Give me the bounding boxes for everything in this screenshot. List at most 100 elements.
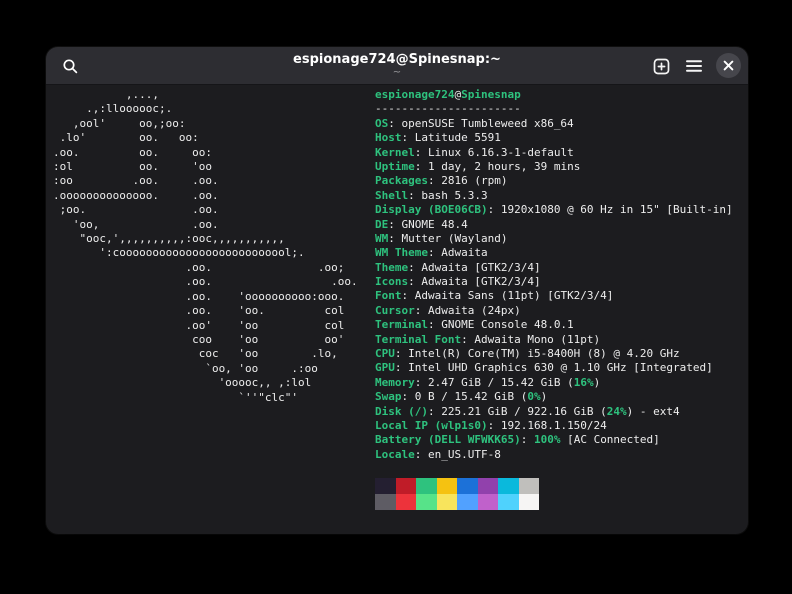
info-label: 0%	[527, 390, 540, 403]
info-value: : 225.21 GiB / 922.16 GiB (	[428, 405, 607, 418]
info-value: : openSUSE Tumbleweed x86_64	[388, 117, 573, 130]
terminal-screen[interactable]: ,..., .,:lloooooc;. ,ool' oo,;oo: .lo' o…	[46, 85, 748, 534]
palette-block	[437, 478, 458, 494]
palette-block	[519, 494, 540, 510]
info-label: Shell	[375, 189, 408, 202]
palette-block	[396, 494, 417, 510]
palette-block	[498, 478, 519, 494]
info-label: Packages	[375, 174, 428, 187]
info-line: Uptime: 1 day, 2 hours, 39 mins	[375, 160, 733, 174]
palette-block	[457, 494, 478, 510]
info-label: espionage724	[375, 88, 454, 101]
close-button[interactable]	[716, 53, 741, 78]
info-value: : 192.168.1.150/24	[488, 419, 607, 432]
info-label: Display (BOE06CB)	[375, 203, 488, 216]
color-palette	[375, 478, 539, 510]
terminal-window: espionage724@Spinesnap:~ ~	[46, 47, 748, 534]
info-value: : GNOME Console 48.0.1	[428, 318, 574, 331]
ascii-art-logo: ,..., .,:lloooooc;. ,ool' oo,;oo: .lo' o…	[53, 88, 358, 405]
info-value: : Intel UHD Graphics 630 @ 1.10 GHz [Int…	[395, 361, 713, 374]
info-value: )	[594, 376, 601, 389]
info-label: Local IP (wlp1s0)	[375, 419, 488, 432]
palette-block	[519, 478, 540, 494]
palette-block	[416, 494, 437, 510]
info-value: : 0 B / 15.42 GiB (	[402, 390, 528, 403]
info-value: : en_US.UTF-8	[415, 448, 501, 461]
info-label: Terminal Font	[375, 333, 461, 346]
info-line: Host: Latitude 5591	[375, 131, 733, 145]
window-subtitle: ~	[46, 67, 748, 78]
info-value: : Linux 6.16.3-1-default	[415, 146, 574, 159]
info-label: DE	[375, 218, 388, 231]
info-line: Display (BOE06CB): 1920x1080 @ 60 Hz in …	[375, 203, 733, 217]
new-tab-icon	[653, 58, 670, 75]
info-line: Disk (/): 225.21 GiB / 922.16 GiB (24%) …	[375, 405, 733, 419]
info-line: DE: GNOME 48.4	[375, 218, 733, 232]
info-line: Shell: bash 5.3.3	[375, 189, 733, 203]
palette-block	[498, 494, 519, 510]
info-label: 24%	[607, 405, 627, 418]
info-value: ) - ext4	[627, 405, 680, 418]
info-label: Host	[375, 131, 402, 144]
info-label: GPU	[375, 361, 395, 374]
info-value: : 1 day, 2 hours, 39 mins	[415, 160, 581, 173]
footer: Thu Aug 28 08:14:37 PM EDT 2025 espionag…	[53, 503, 258, 534]
palette-block	[375, 478, 396, 494]
info-label: CPU	[375, 347, 395, 360]
info-line: Terminal Font: Adwaita Mono (11pt)	[375, 333, 733, 347]
info-value: : Adwaita [GTK2/3/4]	[408, 275, 540, 288]
palette-block	[375, 494, 396, 510]
info-line: CPU: Intel(R) Core(TM) i5-8400H (8) @ 4.…	[375, 347, 733, 361]
info-value: : Adwaita Sans (11pt) [GTK2/3/4]	[402, 289, 614, 302]
info-label: Terminal	[375, 318, 428, 331]
info-label: Spinesnap	[461, 88, 521, 101]
info-label: Kernel	[375, 146, 415, 159]
info-label: Uptime	[375, 160, 415, 173]
palette-row1	[375, 478, 539, 494]
info-value: : Adwaita (24px)	[415, 304, 521, 317]
info-value: : Adwaita Mono (11pt)	[461, 333, 600, 346]
info-label: WM Theme	[375, 246, 428, 259]
close-icon	[723, 60, 734, 71]
info-label: Cursor	[375, 304, 415, 317]
info-value: : Adwaita [GTK2/3/4]	[408, 261, 540, 274]
info-label: Locale	[375, 448, 415, 461]
info-line: GPU: Intel UHD Graphics 630 @ 1.10 GHz […	[375, 361, 733, 375]
menu-button[interactable]	[681, 53, 707, 79]
palette-block	[478, 494, 499, 510]
palette-row2	[375, 494, 539, 510]
titlebar[interactable]: espionage724@Spinesnap:~ ~	[46, 47, 748, 85]
info-line: Kernel: Linux 6.16.3-1-default	[375, 146, 733, 160]
info-value: :	[521, 433, 534, 446]
info-label: Swap	[375, 390, 402, 403]
palette-block	[478, 478, 499, 494]
info-value: : bash 5.3.3	[408, 189, 487, 202]
info-label: OS	[375, 117, 388, 130]
info-value: : GNOME 48.4	[388, 218, 467, 231]
info-value: : Intel(R) Core(TM) i5-8400H (8) @ 4.20 …	[395, 347, 680, 360]
info-value: : 1920x1080 @ 60 Hz in 15" [Built-in]	[488, 203, 733, 216]
date-line: Thu Aug 28 08:14:37 PM EDT 2025	[53, 532, 258, 534]
palette-block	[416, 478, 437, 494]
search-button[interactable]	[57, 53, 83, 79]
info-line: WM Theme: Adwaita	[375, 246, 733, 260]
info-line: Font: Adwaita Sans (11pt) [GTK2/3/4]	[375, 289, 733, 303]
info-value: : Adwaita	[428, 246, 488, 259]
info-label: 100%	[534, 433, 561, 446]
info-line: Swap: 0 B / 15.42 GiB (0%)	[375, 390, 733, 404]
info-label: Battery (DELL WFWKK65)	[375, 433, 521, 446]
info-label: WM	[375, 232, 388, 245]
info-line: Battery (DELL WFWKK65): 100% [AC Connect…	[375, 433, 733, 447]
menu-icon	[686, 59, 702, 73]
new-tab-button[interactable]	[648, 53, 674, 79]
info-line: ----------------------	[375, 102, 733, 116]
palette-block	[437, 494, 458, 510]
info-line: Terminal: GNOME Console 48.0.1	[375, 318, 733, 332]
desktop-background: espionage724@Spinesnap:~ ~	[0, 0, 792, 594]
info-value: )	[541, 390, 548, 403]
info-line: OS: openSUSE Tumbleweed x86_64	[375, 117, 733, 131]
palette-block	[457, 478, 478, 494]
info-line: Icons: Adwaita [GTK2/3/4]	[375, 275, 733, 289]
info-value: [AC Connected]	[560, 433, 659, 446]
info-value: : Latitude 5591	[402, 131, 501, 144]
